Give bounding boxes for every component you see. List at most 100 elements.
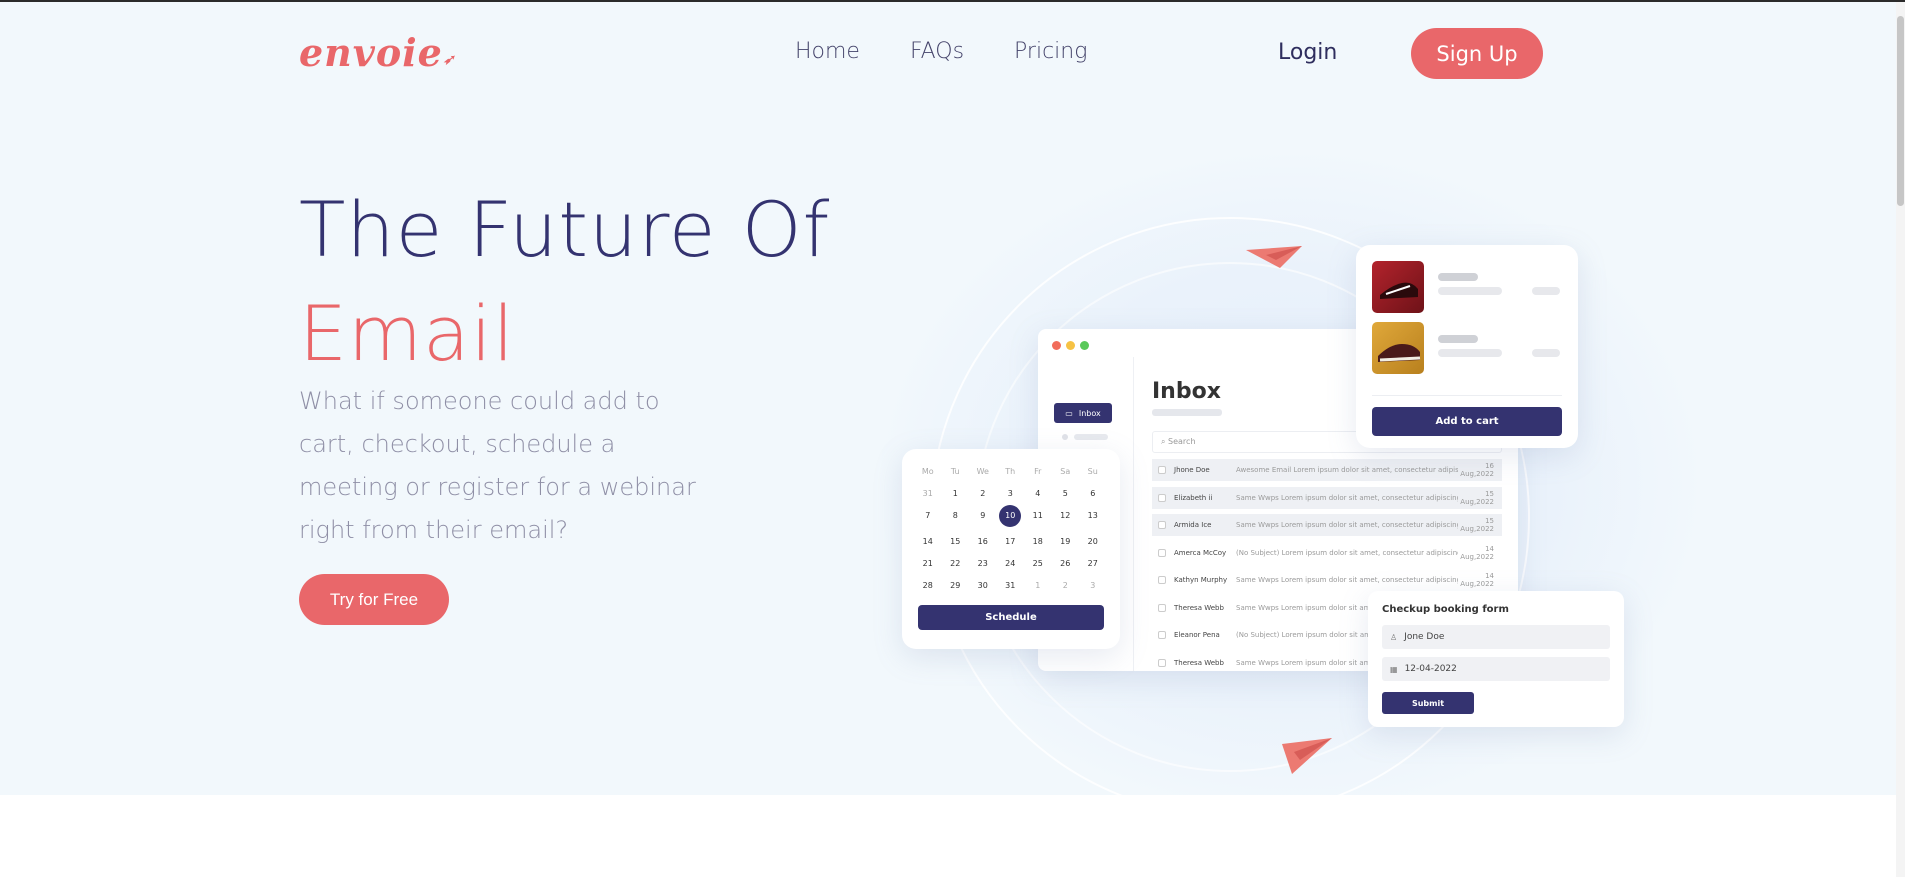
sidebar-item-label: Inbox bbox=[1078, 408, 1101, 418]
hero-lead: What if someone could add to cart, check… bbox=[299, 387, 696, 544]
calendar-day[interactable]: 25 bbox=[1024, 557, 1052, 571]
mail-checkbox[interactable] bbox=[1158, 521, 1166, 529]
try-for-free-button[interactable]: Try for Free bbox=[299, 574, 449, 625]
calendar-day[interactable]: 1 bbox=[1024, 579, 1052, 593]
date-field[interactable]: ▦ 12-04-2022 bbox=[1382, 657, 1610, 681]
calendar-card: Mo Tu We Th Fr Sa Su 31 1 2 3 4 5 6 7 8 9 10 11 12 13 14 15 16 1… bbox=[902, 449, 1120, 649]
mail-checkbox[interactable] bbox=[1158, 548, 1166, 557]
search-placeholder: Search bbox=[1168, 437, 1196, 446]
window-controls bbox=[1052, 341, 1089, 350]
calendar-day[interactable]: 21 bbox=[914, 557, 942, 571]
calendar-weekday: Mo bbox=[921, 467, 934, 476]
calendar-day[interactable]: 17 bbox=[997, 535, 1025, 549]
submit-button[interactable]: Submit bbox=[1382, 692, 1474, 714]
calendar-day[interactable]: 31 bbox=[914, 487, 942, 501]
calendar-day[interactable]: 9 bbox=[969, 509, 997, 523]
calendar-day[interactable]: 14 bbox=[914, 535, 942, 549]
calendar-day[interactable]: 5 bbox=[1052, 487, 1080, 501]
product-name-placeholder bbox=[1438, 273, 1478, 281]
mail-date: 16 Aug,2022 bbox=[1460, 462, 1494, 478]
mail-sender: Eleanor Pena bbox=[1174, 631, 1220, 639]
calendar-day[interactable]: 28 bbox=[914, 579, 942, 593]
mail-row[interactable]: Kathyn Murphy Same Wwps Lorem ipsum dolor… bbox=[1152, 569, 1502, 591]
calendar-day[interactable]: 2 bbox=[1052, 579, 1080, 593]
calendar-day[interactable]: 7 bbox=[914, 509, 942, 523]
schedule-button[interactable]: Schedule bbox=[918, 605, 1104, 630]
name-field-value: Jone Doe bbox=[1404, 632, 1445, 642]
mail-sender: Kathyn Murphy bbox=[1174, 576, 1228, 584]
paper-plane-icon bbox=[1246, 246, 1302, 268]
calendar-day[interactable]: 13 bbox=[1079, 509, 1107, 523]
calendar-day[interactable]: 1 bbox=[942, 487, 970, 501]
calendar-weekday: Tu bbox=[950, 467, 960, 476]
name-field[interactable]: ♙ Jone Doe bbox=[1382, 625, 1610, 649]
calendar-day[interactable]: 31 bbox=[997, 579, 1025, 593]
user-icon: ♙ bbox=[1390, 632, 1398, 642]
mail-row[interactable]: Elizabeth ii Same Wwps Lorem ipsum dolor … bbox=[1152, 486, 1502, 509]
paper-plane-icon: ➶ bbox=[442, 52, 456, 68]
mail-row[interactable]: Amerca McCoy (No Subject) Lorem ipsum dol… bbox=[1152, 542, 1502, 564]
hero-section: envoie➶ Home FAQs Pricing Login Sign Up … bbox=[0, 2, 1905, 795]
calendar-day[interactable]: 24 bbox=[997, 557, 1025, 571]
calendar-day[interactable]: 26 bbox=[1052, 557, 1080, 571]
inbox-icon: ▭ bbox=[1065, 408, 1073, 418]
mail-snippet: Same Wwps Lorem ipsum dolor sit amet, co… bbox=[1236, 576, 1458, 584]
calendar-day[interactable]: 3 bbox=[1079, 579, 1107, 593]
product-price-placeholder bbox=[1532, 349, 1560, 357]
hero-title-line1: The Future Of bbox=[299, 185, 831, 274]
mail-sender: Theresa Webb bbox=[1174, 603, 1224, 612]
mail-snippet: Awesome Email Lorem ipsum dolor sit amet… bbox=[1236, 466, 1458, 474]
calendar-day[interactable]: 3 bbox=[997, 487, 1025, 501]
sidebar-item-inbox[interactable]: ▭ Inbox bbox=[1054, 403, 1112, 423]
product-image-brown-sneaker bbox=[1372, 322, 1424, 374]
mail-checkbox[interactable] bbox=[1158, 603, 1166, 612]
mail-checkbox[interactable] bbox=[1158, 576, 1166, 584]
calendar-day[interactable]: 6 bbox=[1079, 487, 1107, 501]
scrollbar-thumb[interactable] bbox=[1897, 16, 1904, 206]
booking-form-title: Checkup booking form bbox=[1382, 604, 1509, 615]
calendar-day[interactable]: 29 bbox=[942, 579, 970, 593]
calendar-day[interactable]: 2 bbox=[969, 487, 997, 501]
calendar-day[interactable]: 20 bbox=[1079, 535, 1107, 549]
nav-faqs-link[interactable]: FAQs bbox=[910, 39, 964, 64]
sidebar-item-placeholder bbox=[1074, 434, 1108, 440]
signup-button[interactable]: Sign Up bbox=[1411, 28, 1543, 79]
mail-sender: Elizabeth ii bbox=[1174, 493, 1213, 502]
calendar-day[interactable]: 18 bbox=[1024, 535, 1052, 549]
mail-date: 14 Aug,2022 bbox=[1460, 572, 1494, 588]
page-scrollbar[interactable] bbox=[1896, 2, 1905, 877]
nav-pricing-link[interactable]: Pricing bbox=[1014, 39, 1087, 64]
calendar-day[interactable]: 30 bbox=[969, 579, 997, 593]
main-nav: Home FAQs Pricing bbox=[795, 39, 1087, 64]
calendar-day[interactable]: 19 bbox=[1052, 535, 1080, 549]
login-link[interactable]: Login bbox=[1278, 40, 1337, 65]
mail-checkbox[interactable] bbox=[1158, 466, 1166, 474]
calendar-day[interactable]: 16 bbox=[969, 535, 997, 549]
mail-row[interactable]: Jhone Doe Awesome Email Lorem ipsum dolor… bbox=[1152, 459, 1502, 481]
mail-checkbox[interactable] bbox=[1158, 631, 1166, 639]
minimize-dot bbox=[1066, 341, 1075, 350]
calendar-day[interactable]: 27 bbox=[1079, 557, 1107, 571]
nav-home-link[interactable]: Home bbox=[795, 39, 860, 64]
calendar-weekday: Fr bbox=[1034, 467, 1042, 476]
calendar-day[interactable]: 23 bbox=[969, 557, 997, 571]
product-name-placeholder bbox=[1438, 335, 1478, 343]
date-field-value: 12-04-2022 bbox=[1404, 664, 1457, 674]
add-to-cart-button[interactable]: Add to cart bbox=[1372, 407, 1562, 436]
mail-row[interactable]: Armida Ice Same Wwps Lorem ipsum dolor si… bbox=[1152, 514, 1502, 536]
hero-title-accent: Email bbox=[299, 289, 515, 378]
calendar-day[interactable]: 11 bbox=[1024, 509, 1052, 523]
calendar-day[interactable]: 12 bbox=[1052, 509, 1080, 523]
mail-checkbox[interactable] bbox=[1158, 658, 1166, 667]
calendar-day-selected[interactable]: 10 bbox=[999, 505, 1022, 527]
mail-checkbox[interactable] bbox=[1158, 493, 1166, 502]
logo[interactable]: envoie➶ bbox=[299, 30, 456, 75]
calendar-day[interactable]: 4 bbox=[1024, 487, 1052, 501]
paper-plane-icon bbox=[1282, 738, 1332, 774]
product-desc-placeholder bbox=[1438, 349, 1502, 357]
calendar-day[interactable]: 15 bbox=[942, 535, 970, 549]
calendar-day[interactable]: 22 bbox=[942, 557, 970, 571]
maximize-dot bbox=[1080, 341, 1089, 350]
calendar-day[interactable]: 8 bbox=[942, 509, 970, 523]
divider bbox=[1372, 395, 1562, 396]
